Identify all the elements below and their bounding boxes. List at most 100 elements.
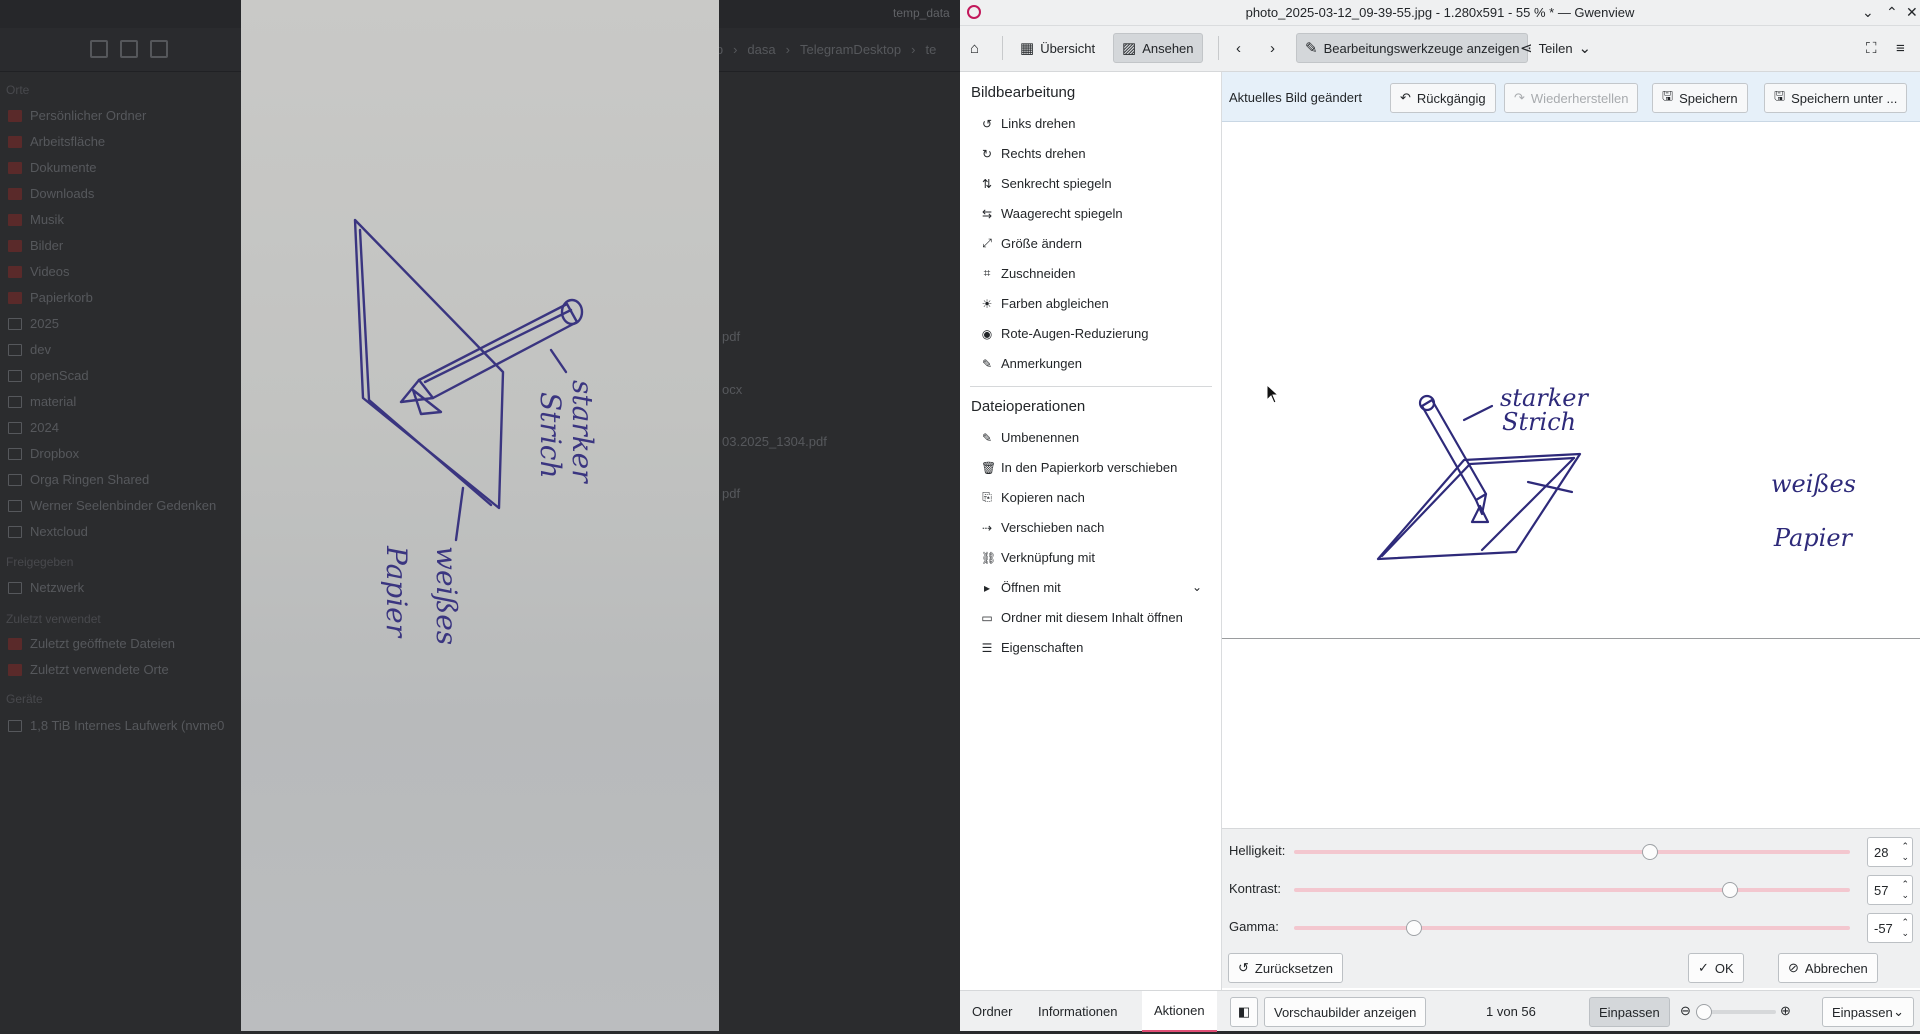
mouse-cursor-icon: [1266, 384, 1280, 404]
place-item: Orga Ringen Shared: [8, 472, 149, 487]
home-button[interactable]: ⌂: [962, 33, 987, 63]
tab-folders[interactable]: Ordner: [960, 991, 1024, 1032]
overview-button[interactable]: ▦ Übersicht: [1012, 33, 1103, 63]
gamma-spinbox[interactable]: -57 ⌃ ⌄: [1867, 913, 1913, 943]
save-icon: 🖫: [1662, 88, 1674, 103]
photo-preview: starker Strich weißes Papier: [241, 0, 719, 1031]
sidebar-action-item[interactable]: ⇆ Waagerecht spiegeln: [981, 206, 1123, 221]
flip-vertical-icon: ⇅: [981, 176, 993, 191]
sidebar-file-action-item[interactable]: ▭ Ordner mit diesem Inhalt öffnen: [981, 610, 1183, 625]
cancel-button[interactable]: ⊘ Abbrechen: [1778, 953, 1878, 983]
label-pointer: [1462, 404, 1494, 422]
photo-label-strich: Strich: [534, 392, 567, 479]
toolbar-separator: [1002, 36, 1003, 60]
sidebar-action-item[interactable]: ↻ Rechts drehen: [981, 146, 1086, 161]
image-canvas[interactable]: starker Strich weißes Papier: [1222, 122, 1920, 828]
share-button[interactable]: ⋖ Teilen ⌄: [1512, 33, 1599, 63]
home-folder-icon: [8, 109, 22, 122]
sidebar-file-action-item[interactable]: ⛓ Verknüpfung mit: [981, 550, 1095, 565]
contrast-slider-handle[interactable]: [1722, 882, 1739, 898]
sidebar-action-item[interactable]: ⇅ Senkrecht spiegeln: [981, 176, 1112, 191]
zoom-slider-handle[interactable]: [1696, 1004, 1712, 1020]
close-button[interactable]: ✕: [1906, 4, 1918, 21]
label-pointer: [454, 486, 465, 542]
place-label: Downloads: [30, 186, 95, 201]
file-item: 03.2025_1304.pdf: [722, 434, 827, 449]
sidebar-file-action-item[interactable]: ⇢ Verschieben nach: [981, 520, 1104, 535]
rotate-right-icon: ↻: [981, 146, 993, 161]
flip-horizontal-icon: ⇆: [981, 206, 993, 221]
copy-icon: ⎘: [982, 490, 992, 504]
reset-button[interactable]: ↺ Zurücksetzen: [1228, 953, 1343, 983]
reset-label: Zurücksetzen: [1254, 960, 1333, 976]
edit-tools-button[interactable]: ✎ Bearbeitungswerkzeuge anzeigen: [1296, 33, 1529, 63]
sidebar-action-item[interactable]: ↺ Links drehen: [981, 116, 1075, 131]
contrast-spinbox[interactable]: 57 ⌃ ⌄: [1867, 875, 1913, 905]
sidebar-action-item[interactable]: ◉ Rote-Augen-Reduzierung: [981, 326, 1149, 341]
sidebar-action-item[interactable]: ✎ Anmerkungen: [981, 356, 1082, 371]
undo-button[interactable]: ↶ Rückgängig: [1390, 83, 1496, 113]
fullscreen-button[interactable]: ⛶: [1858, 33, 1885, 63]
sidebar-file-action-item[interactable]: ▸ Öffnen mit: [981, 580, 1061, 595]
sidebar-file-action-item[interactable]: ☰ Eigenschaften: [981, 640, 1084, 655]
sidebar-file-action-item[interactable]: 🗑 In den Papierkorb verschieben: [981, 460, 1177, 475]
minimize-button[interactable]: ⌄: [1862, 4, 1874, 21]
show-thumbnails-button[interactable]: Vorschaubilder anzeigen: [1264, 997, 1427, 1027]
gamma-slider[interactable]: [1294, 920, 1850, 936]
brightness-slider[interactable]: [1294, 844, 1850, 860]
spin-arrows-icon[interactable]: ⌃ ⌄: [1901, 879, 1909, 901]
previous-button[interactable]: ‹: [1228, 33, 1249, 63]
place-item: 2025: [8, 316, 59, 331]
sidebar-file-action-item[interactable]: ⎘ Kopieren nach: [981, 490, 1085, 505]
ok-button[interactable]: ✓ OK: [1688, 953, 1744, 983]
edited-sketch-image: starker Strich weißes Papier: [1376, 384, 1856, 561]
hamburger-menu-icon: ≡: [1896, 39, 1905, 57]
brightness-slider-handle[interactable]: [1641, 844, 1658, 860]
contrast-slider[interactable]: [1294, 882, 1850, 898]
sidebar-toggle-icon: ◧: [1237, 1004, 1251, 1019]
view-button[interactable]: ▨ Ansehen: [1113, 33, 1203, 63]
brightness-spinbox[interactable]: 28 ⌃ ⌄: [1867, 837, 1913, 867]
gamma-slider-handle[interactable]: [1405, 920, 1422, 936]
sidebar-action-item[interactable]: ⤢ Größe ändern: [981, 236, 1082, 251]
zoom-in-icon[interactable]: ⊕: [1780, 1003, 1791, 1019]
home-icon: ⌂: [970, 39, 980, 57]
zoom-slider[interactable]: [1696, 1004, 1776, 1020]
tab-information[interactable]: Informationen: [1026, 991, 1130, 1032]
tab-actions[interactable]: Aktionen: [1142, 991, 1217, 1032]
hamburger-menu-button[interactable]: ≡: [1888, 33, 1913, 63]
chevron-right-icon: ›: [1270, 39, 1275, 57]
sidebar-action-item[interactable]: ☀ Farben abgleichen: [981, 296, 1109, 311]
folder-icon: [8, 317, 22, 330]
next-button[interactable]: ›: [1262, 33, 1283, 63]
place-item: dev: [8, 342, 51, 357]
place-item: Bilder: [8, 238, 63, 253]
spin-arrows-icon[interactable]: ⌃ ⌄: [1901, 841, 1909, 863]
recent-section-title: Zuletzt verwendet: [6, 612, 101, 626]
toggle-sidebar-button[interactable]: ◧: [1230, 997, 1258, 1027]
sidebar-file-action-item[interactable]: ✎ Umbenennen: [981, 430, 1079, 445]
share-icon: ⋖: [1520, 40, 1533, 57]
folder-icon: [8, 421, 22, 434]
place-item: Arbeitsfläche: [8, 134, 105, 149]
maximize-button[interactable]: ⌃: [1886, 4, 1898, 21]
open-with-chevron-icon[interactable]: ⌄: [1192, 580, 1202, 594]
fit-button[interactable]: Einpassen: [1589, 997, 1670, 1027]
sidebar-action-label: Umbenennen: [1001, 430, 1080, 445]
spin-arrows-icon[interactable]: ⌃ ⌄: [1901, 917, 1909, 939]
videos-icon: [8, 265, 22, 278]
compact-view-icon: [120, 40, 138, 58]
save-button[interactable]: 🖫 Speichern: [1652, 83, 1748, 113]
sidebar-action-label: Öffnen mit: [1001, 580, 1061, 595]
save-as-button[interactable]: 🖫 Speichern unter ...: [1764, 83, 1908, 113]
redo-button[interactable]: ↷ Wiederherstellen: [1504, 83, 1639, 113]
file-item: pdf: [722, 329, 741, 344]
place-item: Nextcloud: [8, 524, 88, 539]
zoom-select[interactable]: Einpassen ⌄: [1822, 997, 1914, 1027]
cancel-label: Abbrechen: [1804, 960, 1868, 976]
ok-label: OK: [1714, 960, 1734, 976]
sidebar-action-item[interactable]: ⌗ Zuschneiden: [981, 266, 1076, 281]
chevron-left-icon: ‹: [1236, 39, 1241, 57]
zoom-out-icon[interactable]: ⊖: [1680, 1003, 1691, 1019]
brightness-label: Helligkeit:: [1229, 843, 1286, 858]
